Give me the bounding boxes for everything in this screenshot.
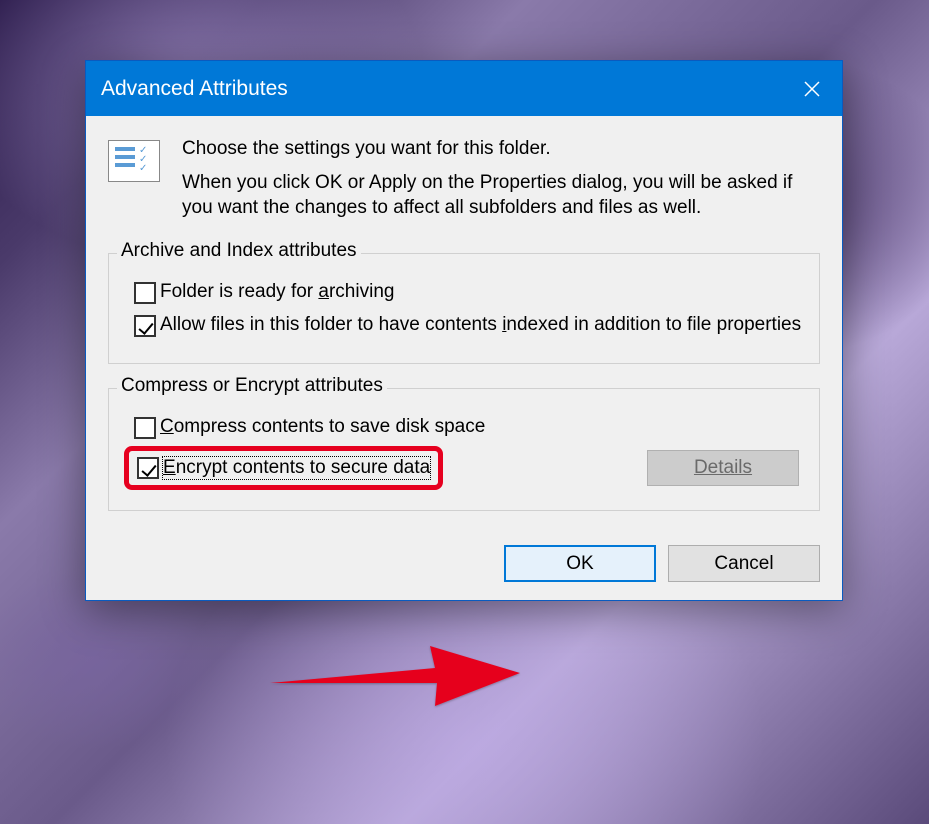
encrypt-highlight: Encrypt contents to secure data: [124, 446, 443, 490]
intro-text: Choose the settings you want for this fo…: [182, 136, 820, 229]
compress-label[interactable]: Compress contents to save disk space: [160, 415, 485, 440]
archive-label[interactable]: Folder is ready for archiving: [160, 280, 394, 305]
dialog-buttons: OK Cancel: [86, 531, 842, 600]
encrypt-details-row: Encrypt contents to secure data Details: [124, 446, 804, 490]
compress-row: Compress contents to save disk space: [134, 415, 804, 440]
dialog-title: Advanced Attributes: [101, 77, 288, 101]
close-button[interactable]: [782, 61, 842, 116]
encrypt-checkbox[interactable]: [137, 457, 159, 479]
details-button: Details: [647, 450, 799, 486]
index-label[interactable]: Allow files in this folder to have conte…: [160, 313, 801, 338]
index-checkbox[interactable]: [134, 315, 156, 337]
archive-index-group: Archive and Index attributes Folder is r…: [108, 253, 820, 364]
close-icon: [803, 80, 821, 98]
compress-encrypt-legend: Compress or Encrypt attributes: [117, 375, 387, 397]
compress-checkbox[interactable]: [134, 417, 156, 439]
archive-index-legend: Archive and Index attributes: [117, 240, 361, 262]
intro-section: Choose the settings you want for this fo…: [108, 136, 820, 229]
compress-encrypt-group: Compress or Encrypt attributes Compress …: [108, 388, 820, 511]
dialog-body: Choose the settings you want for this fo…: [86, 116, 842, 531]
cancel-button[interactable]: Cancel: [668, 545, 820, 582]
encrypt-label[interactable]: Encrypt contents to secure data: [163, 457, 430, 479]
archive-checkbox[interactable]: [134, 282, 156, 304]
titlebar[interactable]: Advanced Attributes: [86, 61, 842, 116]
advanced-attributes-dialog: Advanced Attributes Choose the settings …: [85, 60, 843, 601]
index-row: Allow files in this folder to have conte…: [134, 313, 804, 338]
archive-row: Folder is ready for archiving: [134, 280, 804, 305]
annotation-arrow-icon: [265, 628, 525, 718]
ok-button[interactable]: OK: [504, 545, 656, 582]
intro-line2: When you click OK or Apply on the Proper…: [182, 170, 820, 221]
intro-line1: Choose the settings you want for this fo…: [182, 136, 820, 162]
folder-settings-icon: [108, 140, 160, 182]
